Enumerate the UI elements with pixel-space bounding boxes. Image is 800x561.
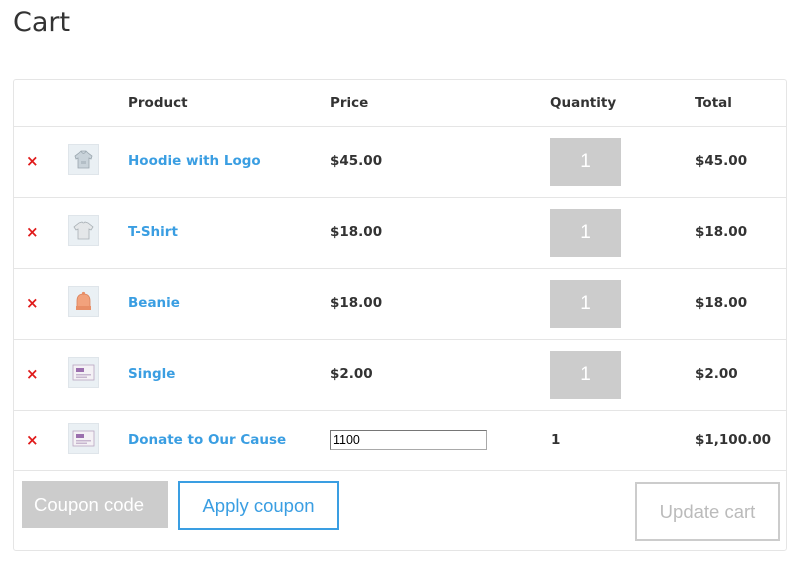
quantity-input[interactable] (550, 209, 621, 257)
table-row: × Beanie $18.00 $18.00 (14, 269, 786, 340)
header-price: Price (330, 95, 369, 111)
header-product: Product (128, 95, 188, 111)
product-price: $2.00 (330, 366, 373, 382)
remove-item-button[interactable]: × (26, 431, 39, 449)
remove-item-button[interactable]: × (26, 223, 39, 241)
product-subtotal: $1,100.00 (695, 432, 772, 448)
remove-item-button[interactable]: × (26, 294, 39, 312)
product-thumbnail[interactable] (68, 144, 99, 175)
product-subtotal: $45.00 (695, 153, 748, 169)
product-quantity: 1 (551, 432, 561, 448)
album-icon (72, 364, 95, 381)
table-header: Product Price Quantity Total (14, 80, 786, 127)
coupon-code-input[interactable] (22, 481, 168, 528)
table-row: × Hoodie with Logo $45.00 $45.00 (14, 127, 786, 198)
header-quantity: Quantity (550, 95, 617, 111)
product-price: $45.00 (330, 153, 383, 169)
table-row: × Donate to Our Cause 1 $1,100.00 (14, 411, 786, 471)
apply-coupon-button[interactable]: Apply coupon (178, 481, 339, 530)
album-icon (72, 430, 95, 447)
header-total: Total (695, 95, 732, 111)
cart-table: Product Price Quantity Total × Hoodie wi… (13, 79, 787, 551)
product-price: $18.00 (330, 224, 383, 240)
product-thumbnail[interactable] (68, 357, 99, 388)
product-thumbnail[interactable] (68, 286, 99, 317)
product-name-link[interactable]: Single (128, 366, 175, 382)
remove-item-button[interactable]: × (26, 365, 39, 383)
update-cart-button[interactable]: Update cart (635, 482, 780, 541)
table-row: × Single $2.00 $2.00 (14, 340, 786, 411)
remove-item-button[interactable]: × (26, 152, 39, 170)
beanie-icon (76, 291, 91, 310)
quantity-input[interactable] (550, 280, 621, 328)
donation-amount-input[interactable] (330, 430, 487, 450)
product-subtotal: $2.00 (695, 366, 738, 382)
tshirt-icon (73, 221, 94, 240)
product-name-link[interactable]: Donate to Our Cause (128, 432, 286, 448)
product-thumbnail[interactable] (68, 423, 99, 454)
page-title: Cart (13, 7, 71, 38)
product-subtotal: $18.00 (695, 224, 748, 240)
product-name-link[interactable]: Beanie (128, 295, 180, 311)
product-thumbnail[interactable] (68, 215, 99, 246)
table-row: × T-Shirt $18.00 $18.00 (14, 198, 786, 269)
hoodie-icon (74, 150, 93, 169)
product-subtotal: $18.00 (695, 295, 748, 311)
product-name-link[interactable]: Hoodie with Logo (128, 153, 261, 169)
quantity-input[interactable] (550, 351, 621, 399)
product-name-link[interactable]: T-Shirt (128, 224, 178, 240)
product-price: $18.00 (330, 295, 383, 311)
quantity-input[interactable] (550, 138, 621, 186)
